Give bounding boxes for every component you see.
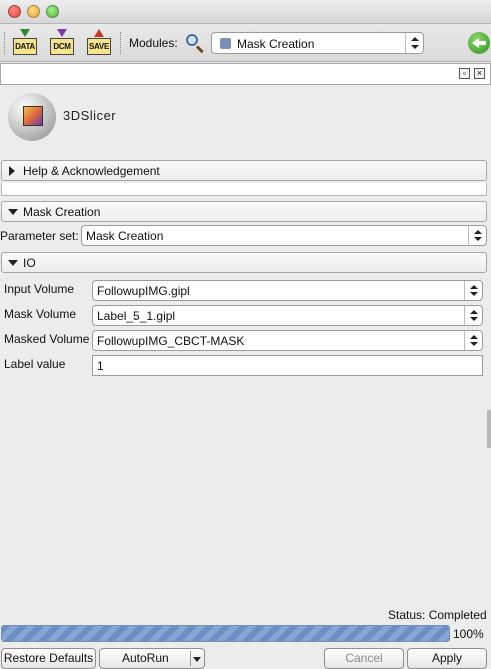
autorun-label: AutoRun: [122, 651, 169, 665]
input-volume-value: FollowupIMG.gipl: [97, 284, 190, 298]
label-value-input[interactable]: 1: [92, 355, 483, 376]
dropdown-arrow-icon[interactable]: [193, 657, 201, 662]
zoom-window-button[interactable]: [46, 5, 59, 18]
parameter-set-value: Mask Creation: [86, 229, 164, 243]
updown-arrows-icon: [464, 306, 482, 325]
updown-arrows-icon: [464, 281, 482, 300]
collapse-triangle-icon: [8, 260, 18, 266]
help-acknowledgement-section[interactable]: Help & Acknowledgement: [1, 160, 487, 181]
search-icon[interactable]: [184, 32, 206, 54]
progress-percent: 100%: [453, 627, 484, 641]
close-window-button[interactable]: [8, 5, 21, 18]
mask-volume-select[interactable]: Label_5_1.gipl: [92, 305, 483, 326]
masked-volume-value: FollowupIMG_CBCT-MASK: [97, 334, 245, 348]
undock-icon[interactable]: ▫: [459, 68, 470, 79]
status-text: Status: Completed: [388, 608, 487, 622]
updown-arrows-icon: [405, 33, 423, 53]
logo-text: 3DSlicer: [63, 108, 117, 123]
download-arrow-icon: [20, 29, 30, 37]
data-icon-label: DATA: [13, 38, 37, 55]
masked-volume-label: Masked Volume: [4, 332, 90, 346]
dcm-icon-label: DCM: [50, 38, 74, 55]
input-volume-label: Input Volume: [4, 282, 75, 296]
label-value-label: Label value: [4, 357, 66, 371]
toolbar-grip[interactable]: [4, 32, 6, 54]
save-icon-label: SAVE: [87, 38, 111, 55]
dicom-button[interactable]: DCM: [49, 29, 75, 57]
back-arrow-icon[interactable]: [468, 32, 490, 54]
label-value-value: 1: [97, 359, 104, 373]
module-selector-value: Mask Creation: [237, 37, 315, 51]
mask-volume-value: Label_5_1.gipl: [97, 309, 176, 323]
restore-defaults-button[interactable]: Restore Defaults: [1, 648, 96, 669]
parameter-set-label: Parameter set:: [0, 229, 79, 243]
minimize-window-button[interactable]: [27, 5, 40, 18]
io-section-label: IO: [23, 256, 36, 270]
apply-button[interactable]: Apply: [407, 648, 487, 669]
modules-label: Modules:: [129, 36, 178, 50]
autorun-button[interactable]: AutoRun: [99, 648, 205, 669]
help-section-body: [1, 183, 487, 196]
download-arrow-icon: [57, 29, 67, 37]
module-selector[interactable]: Mask Creation: [211, 32, 424, 54]
toolbar-grip[interactable]: [120, 32, 122, 54]
puzzle-piece-icon: [220, 38, 231, 49]
updown-arrows-icon: [468, 226, 486, 245]
upload-arrow-icon: [94, 29, 104, 37]
masked-volume-select[interactable]: FollowupIMG_CBCT-MASK: [92, 330, 483, 351]
mask-volume-label: Mask Volume: [4, 307, 77, 321]
close-icon[interactable]: ×: [474, 68, 485, 79]
progress-bar: [1, 625, 450, 642]
cancel-button[interactable]: Cancel: [324, 648, 404, 669]
mask-section-label: Mask Creation: [23, 205, 101, 219]
load-data-button[interactable]: DATA: [12, 29, 38, 57]
slicer-logo: [5, 90, 60, 145]
help-section-label: Help & Acknowledgement: [23, 164, 160, 178]
panel-splitter-handle[interactable]: [487, 410, 491, 448]
mask-creation-section[interactable]: Mask Creation: [1, 201, 487, 222]
updown-arrows-icon: [464, 331, 482, 350]
window-titlebar: [0, 0, 491, 24]
expand-triangle-icon: [9, 166, 15, 176]
progress-bar-fill: [2, 626, 449, 641]
parameter-set-select[interactable]: Mask Creation: [81, 225, 487, 246]
collapse-triangle-icon: [8, 209, 18, 215]
save-button[interactable]: SAVE: [86, 29, 112, 57]
io-section[interactable]: IO: [1, 252, 487, 273]
input-volume-select[interactable]: FollowupIMG.gipl: [92, 280, 483, 301]
module-panel-titlebar: ▫ ×: [0, 63, 491, 85]
